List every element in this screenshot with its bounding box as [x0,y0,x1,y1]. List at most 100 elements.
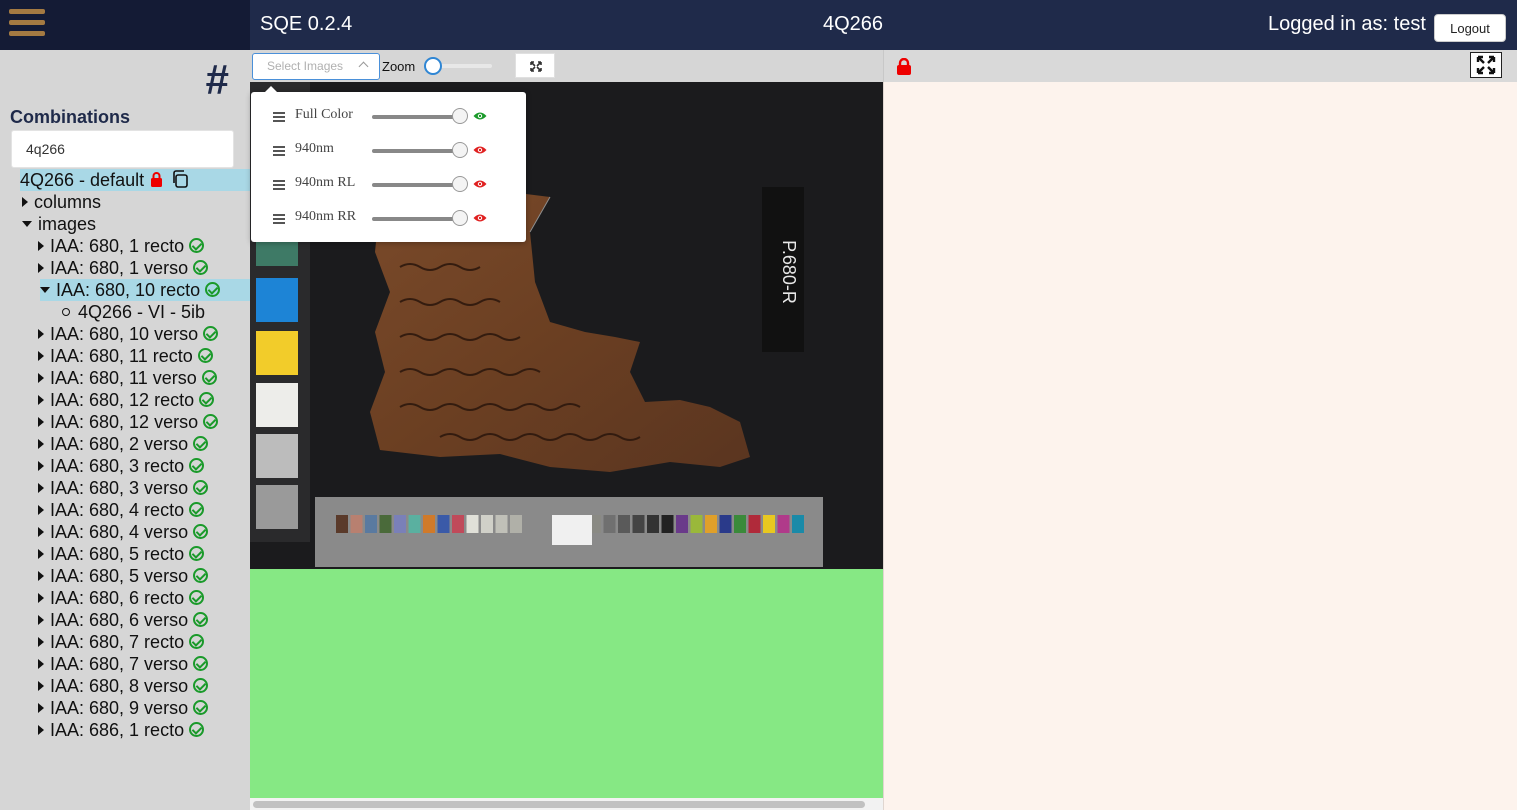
image-label: IAA: 680, 6 recto [50,588,185,608]
expand-button[interactable] [1470,52,1502,78]
caret-right-icon [38,263,44,273]
check-circle-icon [189,502,205,517]
caret-right-icon [38,549,44,559]
green-canvas-area[interactable] [250,569,883,798]
check-circle-icon [193,524,209,539]
folder-label: images [38,214,97,234]
caret-right-icon [38,373,44,383]
caret-right-icon [38,615,44,625]
sidebar: # Combinations 4Q266 - default columns i… [0,50,250,810]
image-label: IAA: 680, 1 verso [50,258,189,278]
zoom-label: Zoom [382,59,416,74]
tree-folder-columns[interactable]: columns [22,191,101,213]
tree-item-image[interactable]: IAA: 680, 12 recto [38,389,215,411]
opacity-slider-track[interactable] [372,217,462,221]
tree-item-image[interactable]: IAA: 680, 6 verso [38,609,209,631]
check-circle-icon [193,656,209,671]
fit-screen-button[interactable] [515,53,555,78]
tree-item-image[interactable]: IAA: 680, 4 verso [38,521,209,543]
check-circle-icon [201,370,217,385]
image-label: IAA: 680, 11 recto [50,346,193,366]
combination-label: 4Q266 - default [20,170,145,190]
tree-folder-images[interactable]: images [22,213,96,235]
image-layer-row: Full Color [251,99,526,133]
combination-item[interactable]: 4Q266 - default [20,169,250,191]
check-circle-icon [197,348,213,363]
copy-icon[interactable] [171,170,189,193]
tree-item-image[interactable]: IAA: 680, 10 verso [38,323,219,345]
select-images-dropdown[interactable]: Select Images [252,53,380,80]
tree-item-image[interactable]: IAA: 680, 5 verso [38,565,209,587]
tree-item-image[interactable]: IAA: 686, 1 recto [38,719,205,741]
tree-item-image[interactable]: IAA: 680, 5 recto [38,543,205,565]
drag-handle-icon[interactable] [273,146,285,158]
check-circle-icon [193,260,209,275]
eye-icon[interactable] [473,213,487,223]
image-label: IAA: 680, 4 recto [50,500,185,520]
hamburger-icon[interactable] [9,9,45,41]
check-circle-icon [189,546,205,561]
caret-right-icon [38,637,44,647]
image-label: IAA: 680, 9 verso [50,698,189,718]
editor-pane[interactable] [883,82,1517,810]
zoom-slider-thumb[interactable] [424,57,442,75]
check-circle-icon [189,238,205,253]
opacity-slider-thumb[interactable] [452,210,468,226]
image-layers-dropdown: Full Color 940nm 940nm RL 940nm RR [251,86,526,242]
image-label: IAA: 680, 10 recto [56,280,201,300]
caret-right-icon [38,571,44,581]
opacity-slider-thumb[interactable] [452,108,468,124]
check-circle-icon [199,392,215,407]
tree-item-image[interactable]: IAA: 680, 1 verso [38,257,209,279]
check-circle-icon [193,436,209,451]
tree-item-image[interactable]: IAA: 680, 11 verso [38,367,217,389]
image-label: IAA: 680, 11 verso [50,368,197,388]
lock-icon [896,57,912,80]
check-circle-icon [193,568,209,583]
layer-label: Full Color [295,107,353,122]
opacity-slider-track[interactable] [372,149,462,153]
tree-item-image[interactable]: IAA: 680, 9 verso [38,697,209,719]
check-circle-icon [189,590,205,605]
opacity-slider-thumb[interactable] [452,142,468,158]
drag-handle-icon[interactable] [273,112,285,124]
eye-icon[interactable] [473,179,487,189]
tree-item-image[interactable]: IAA: 680, 2 verso [38,433,209,455]
scrollbar-thumb[interactable] [253,801,865,808]
caret-right-icon [38,461,44,471]
opacity-slider-thumb[interactable] [452,176,468,192]
check-circle-icon [193,612,209,627]
opacity-slider-track[interactable] [372,115,462,119]
combination-search-input[interactable] [11,130,234,168]
check-circle-icon [189,634,205,649]
eye-icon[interactable] [473,145,487,155]
tree-item-artefact[interactable]: 4Q266 - VI - 5ib [62,301,205,323]
tree-item-image[interactable]: IAA: 680, 12 verso [38,411,219,433]
eye-icon[interactable] [473,111,487,121]
check-circle-icon [203,326,219,341]
caret-right-icon [38,703,44,713]
tree-item-image[interactable]: IAA: 680, 7 recto [38,631,205,653]
tree-item-image[interactable]: IAA: 680, 8 verso [38,675,209,697]
hash-icon[interactable]: # [205,56,228,104]
tree-item-image[interactable]: IAA: 680, 1 recto [38,235,205,257]
top-bar: SQE 0.2.4 4Q266 Logged in as: test Logou… [0,0,1517,50]
tree-item-image[interactable]: IAA: 680, 6 recto [38,587,205,609]
opacity-slider-track[interactable] [372,183,462,187]
folder-label: columns [34,192,102,212]
drag-handle-icon[interactable] [273,214,285,226]
image-label: IAA: 686, 1 recto [50,720,185,740]
tree-item-image[interactable]: IAA: 680, 11 recto [38,345,213,367]
logout-button[interactable]: Logout [1434,14,1506,42]
tree-item-image[interactable]: IAA: 680, 4 recto [38,499,205,521]
tree-item-image[interactable]: IAA: 680, 3 verso [38,477,209,499]
caret-right-icon [38,351,44,361]
horizontal-scrollbar[interactable] [250,798,883,810]
caret-right-icon [38,439,44,449]
tree-item-image[interactable]: IAA: 680, 10 recto [40,279,250,301]
drag-handle-icon[interactable] [273,180,285,192]
tree-item-image[interactable]: IAA: 680, 3 recto [38,455,205,477]
image-label: IAA: 680, 12 verso [50,412,199,432]
image-label: IAA: 680, 5 recto [50,544,185,564]
tree-item-image[interactable]: IAA: 680, 7 verso [38,653,209,675]
